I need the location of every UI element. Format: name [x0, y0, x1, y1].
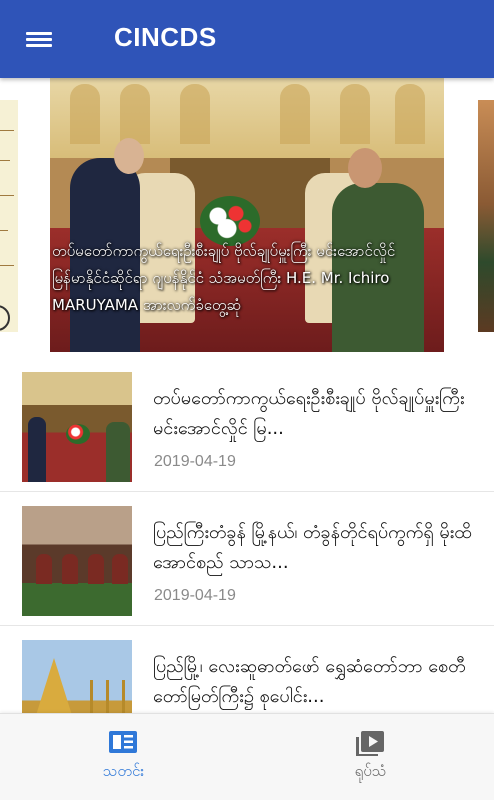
news-title: ပြည်မြို့၊ လေးဆူဓာတ်ဖော် ရွှေဆံတော်ဘာ စေ… [153, 656, 466, 707]
news-icon [109, 731, 137, 753]
app-screen: CINCDS တပ်မတော်ကာကွယ်ရေးဦးစီးချုပ် ဗိုလ်… [0, 0, 494, 800]
news-title: ပြည်ကြီးတံခွန် မြို့နယ်၊ တံခွန်တိုင်ရပ်က… [153, 522, 472, 573]
news-list: တပ်မတော်ကာကွယ်ရေးဦးစီးချုပ် ဗိုလ်ချုပ်မှ… [0, 358, 494, 713]
app-title: CINCDS [114, 22, 217, 52]
hamburger-menu-icon[interactable] [26, 27, 52, 49]
news-thumbnail [22, 506, 132, 616]
carousel-next-slide[interactable] [478, 100, 494, 332]
news-list-item[interactable]: တပ်မတော်ကာကွယ်ရေးဦးစီးချုပ် ဗိုလ်ချုပ်မှ… [0, 358, 494, 492]
news-list-item[interactable]: ပြည်ကြီးတံခွန် မြို့နယ်၊ တံခွန်တိုင်ရပ်က… [0, 492, 494, 626]
nav-tab-news[interactable]: သတင်း [0, 714, 247, 800]
nav-tab-video-label: ရုပ်သံ [354, 762, 387, 780]
app-bar: CINCDS [0, 0, 494, 78]
carousel-main-slide[interactable]: တပ်မတော်ကာကွယ်ရေးဦးစီးချုပ် ဗိုလ်ချုပ်မှ… [50, 78, 444, 352]
nav-tab-video[interactable]: ရုပ်သံ [247, 714, 494, 800]
news-date: 2019-04-19 [154, 453, 236, 470]
news-title: တပ်မတော်ကာကွယ်ရေးဦးစီးချုပ် ဗိုလ်ချုပ်မှ… [153, 388, 465, 439]
nav-tab-news-label: သတင်း [102, 762, 145, 780]
news-thumbnail [22, 372, 132, 482]
featured-carousel[interactable]: တပ်မတော်ကာကွယ်ရေးဦးစီးချုပ် ဗိုလ်ချုပ်မှ… [0, 78, 494, 358]
news-list-item[interactable]: ပြည်မြို့၊ လေးဆူဓာတ်ဖော် ရွှေဆံတော်ဘာ စေ… [0, 626, 494, 713]
carousel-prev-slide[interactable] [0, 100, 18, 332]
carousel-caption: တပ်မတော်ကာကွယ်ရေးဦးစီးချုပ် ဗိုလ်ချုပ်မှ… [52, 242, 396, 314]
news-date: 2019-04-19 [154, 587, 236, 604]
video-library-icon [356, 731, 384, 756]
bottom-navigation: သတင်း ရုပ်သံ [0, 713, 494, 800]
news-thumbnail [22, 640, 132, 713]
